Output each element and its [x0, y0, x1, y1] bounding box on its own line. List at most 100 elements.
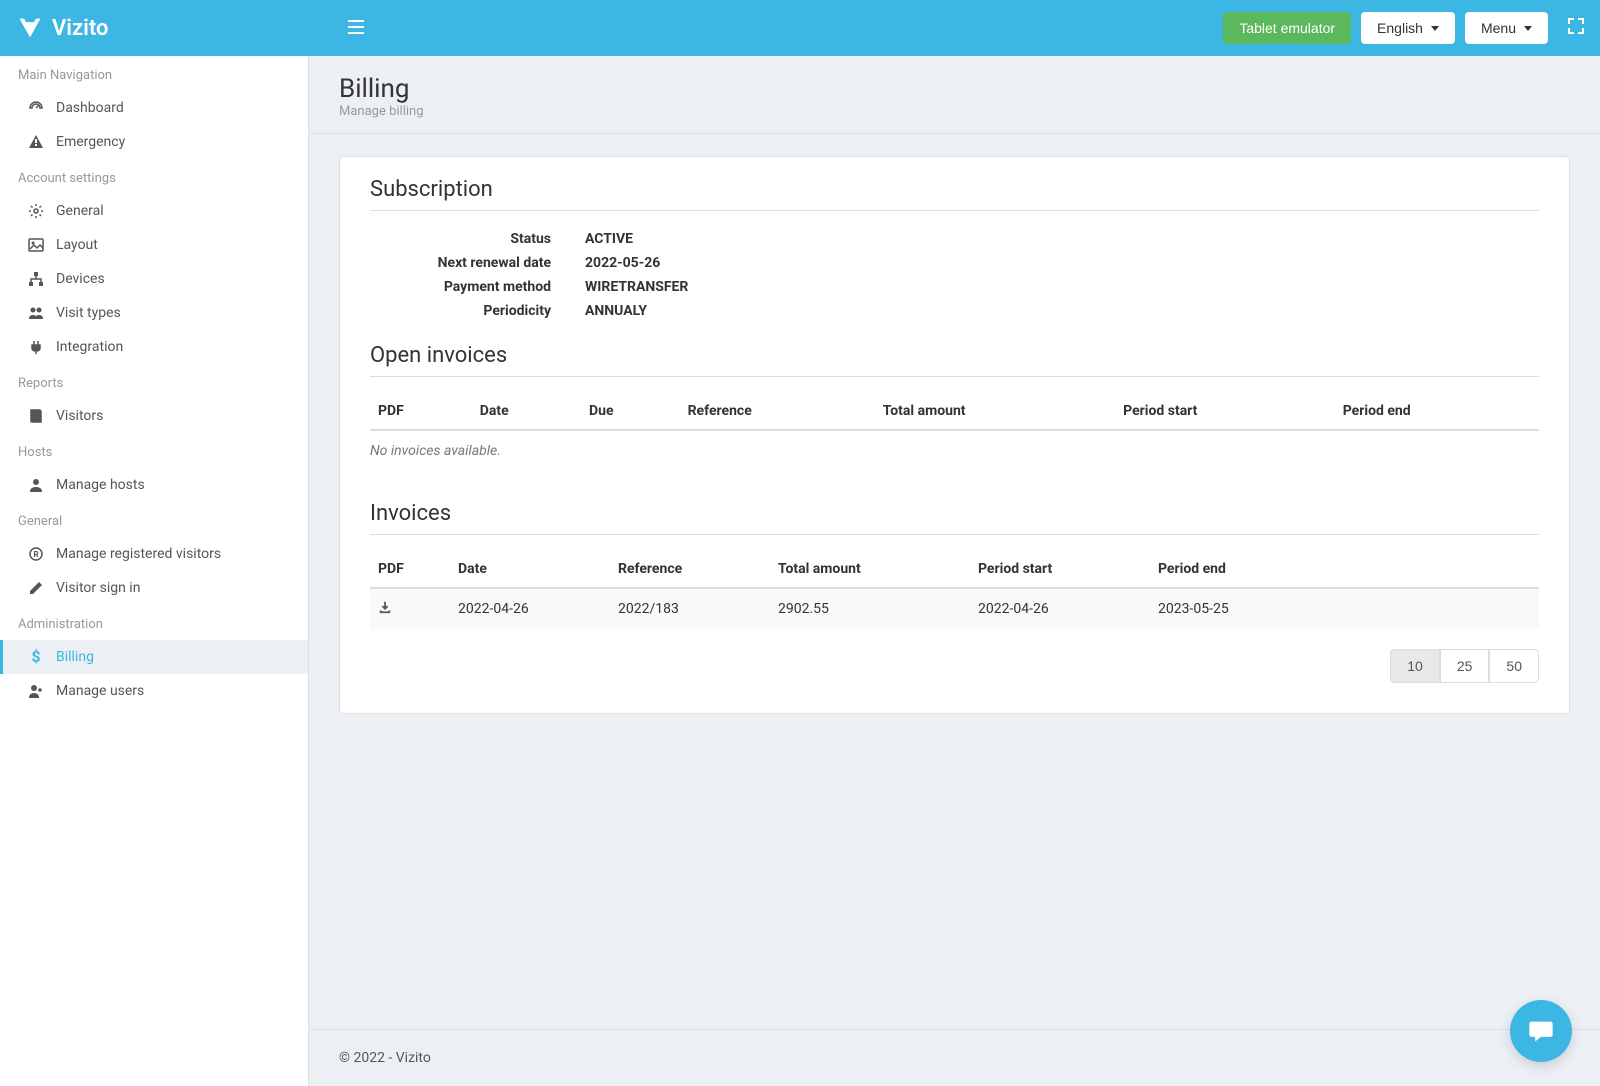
registered-icon: R: [28, 546, 44, 562]
subscription-title: Subscription: [370, 177, 1539, 211]
image-icon: [28, 237, 44, 253]
subscription-details: Status ACTIVE Next renewal date 2022-05-…: [370, 227, 1539, 323]
menu-toggle-button[interactable]: [348, 19, 364, 38]
tablet-emulator-button[interactable]: Tablet emulator: [1223, 12, 1351, 44]
sidebar-item-integration[interactable]: Integration: [0, 330, 308, 364]
status-value: ACTIVE: [585, 231, 633, 247]
brand-logo[interactable]: Vizito: [16, 14, 108, 42]
sidebar-item-billing[interactable]: $ Billing: [0, 640, 308, 674]
pagination: 10 25 50: [370, 649, 1539, 683]
sidebar-item-dashboard[interactable]: Dashboard: [0, 91, 308, 125]
header-actions: Tablet emulator English Menu: [1223, 12, 1584, 44]
sidebar-item-label: Manage hosts: [56, 477, 145, 493]
sidebar-item-label: Visit types: [56, 305, 121, 321]
invoices-title: Invoices: [370, 501, 1539, 535]
col-period-end: Period end: [1335, 393, 1539, 430]
col-reference: Reference: [610, 551, 770, 588]
main-content: Billing Manage billing Subscription Stat…: [309, 56, 1600, 1086]
sidebar-item-visitors[interactable]: Visitors: [0, 399, 308, 433]
hamburger-icon: [348, 20, 364, 34]
page-size-25[interactable]: 25: [1440, 649, 1490, 683]
page-size-50[interactable]: 50: [1489, 649, 1539, 683]
sidebar-item-label: Dashboard: [56, 100, 124, 116]
col-date: Date: [472, 393, 581, 430]
sitemap-icon: [28, 271, 44, 287]
cell-reference: 2022/183: [610, 588, 770, 629]
footer: © 2022 - Vizito: [309, 1029, 1600, 1086]
sidebar-item-label: Devices: [56, 271, 105, 287]
sidebar: Main Navigation Dashboard Emergency Acco…: [0, 56, 309, 1086]
logo-icon: [16, 14, 44, 42]
col-period-start: Period start: [1115, 393, 1335, 430]
warning-icon: [28, 134, 44, 150]
open-invoices-title: Open invoices: [370, 343, 1539, 377]
gear-icon: [28, 203, 44, 219]
periodicity-value: ANNUALY: [585, 303, 647, 319]
renewal-value: 2022-05-26: [585, 255, 660, 271]
payment-value: WIRETRANSFER: [585, 279, 688, 295]
menu-dropdown[interactable]: Menu: [1465, 12, 1548, 44]
page-size-10[interactable]: 10: [1390, 649, 1440, 683]
sidebar-item-label: Billing: [56, 649, 94, 665]
fullscreen-button[interactable]: [1568, 18, 1584, 38]
sidebar-item-visitor-signin[interactable]: Visitor sign in: [0, 571, 308, 605]
open-invoices-table: PDF Date Due Reference Total amount Peri…: [370, 393, 1539, 431]
sidebar-item-label: Visitor sign in: [56, 580, 140, 596]
subscription-row-renewal: Next renewal date 2022-05-26: [370, 251, 1539, 275]
payment-label: Payment method: [370, 279, 585, 295]
col-reference: Reference: [680, 393, 875, 430]
content-body: Subscription Status ACTIVE Next renewal …: [309, 134, 1600, 1029]
cell-period-start: 2022-04-26: [970, 588, 1150, 629]
sidebar-item-label: Manage registered visitors: [56, 546, 221, 562]
sidebar-section-main: Main Navigation: [0, 56, 308, 91]
renewal-label: Next renewal date: [370, 255, 585, 271]
chat-icon: [1527, 1017, 1555, 1045]
svg-text:R: R: [33, 550, 38, 559]
language-dropdown[interactable]: English: [1361, 12, 1455, 44]
sidebar-item-manage-users[interactable]: Manage users: [0, 674, 308, 708]
sidebar-item-general[interactable]: General: [0, 194, 308, 228]
table-row: 2022-04-26 2022/183 2902.55 2022-04-26 2…: [370, 588, 1539, 629]
col-pdf: PDF: [370, 551, 450, 588]
sidebar-section-general: General: [0, 502, 308, 537]
subscription-row-status: Status ACTIVE: [370, 227, 1539, 251]
col-date: Date: [450, 551, 610, 588]
col-total: Total amount: [770, 551, 970, 588]
col-period-start: Period start: [970, 551, 1150, 588]
caret-down-icon: [1431, 26, 1439, 31]
cell-date: 2022-04-26: [450, 588, 610, 629]
svg-text:$: $: [31, 649, 40, 665]
user-plus-icon: [28, 683, 44, 699]
dollar-icon: $: [28, 649, 44, 665]
download-pdf-button[interactable]: [378, 602, 392, 618]
col-pdf: PDF: [370, 393, 472, 430]
sidebar-item-label: Layout: [56, 237, 98, 253]
chat-button[interactable]: [1510, 1000, 1572, 1062]
sidebar-item-visit-types[interactable]: Visit types: [0, 296, 308, 330]
sidebar-item-layout[interactable]: Layout: [0, 228, 308, 262]
top-header: Vizito Tablet emulator English Menu: [0, 0, 1600, 56]
download-icon: [378, 600, 392, 614]
brand-name: Vizito: [52, 16, 108, 41]
page-subtitle: Manage billing: [339, 104, 1570, 119]
plug-icon: [28, 339, 44, 355]
col-period-end: Period end: [1150, 551, 1539, 588]
sidebar-item-label: General: [56, 203, 104, 219]
sidebar-section-account: Account settings: [0, 159, 308, 194]
cell-total: 2902.55: [770, 588, 970, 629]
invoices-table: PDF Date Reference Total amount Period s…: [370, 551, 1539, 629]
subscription-row-periodicity: Periodicity ANNUALY: [370, 299, 1539, 323]
copyright-text: © 2022 - Vizito: [339, 1050, 431, 1066]
subscription-row-payment: Payment method WIRETRANSFER: [370, 275, 1539, 299]
sidebar-item-manage-registered[interactable]: R Manage registered visitors: [0, 537, 308, 571]
caret-down-icon: [1524, 26, 1532, 31]
expand-icon: [1568, 18, 1584, 34]
book-icon: [28, 408, 44, 424]
col-due: Due: [581, 393, 680, 430]
sidebar-item-devices[interactable]: Devices: [0, 262, 308, 296]
dashboard-icon: [28, 100, 44, 116]
sidebar-item-manage-hosts[interactable]: Manage hosts: [0, 468, 308, 502]
cell-period-end: 2023-05-25: [1150, 588, 1539, 629]
sidebar-item-emergency[interactable]: Emergency: [0, 125, 308, 159]
status-label: Status: [370, 231, 585, 247]
